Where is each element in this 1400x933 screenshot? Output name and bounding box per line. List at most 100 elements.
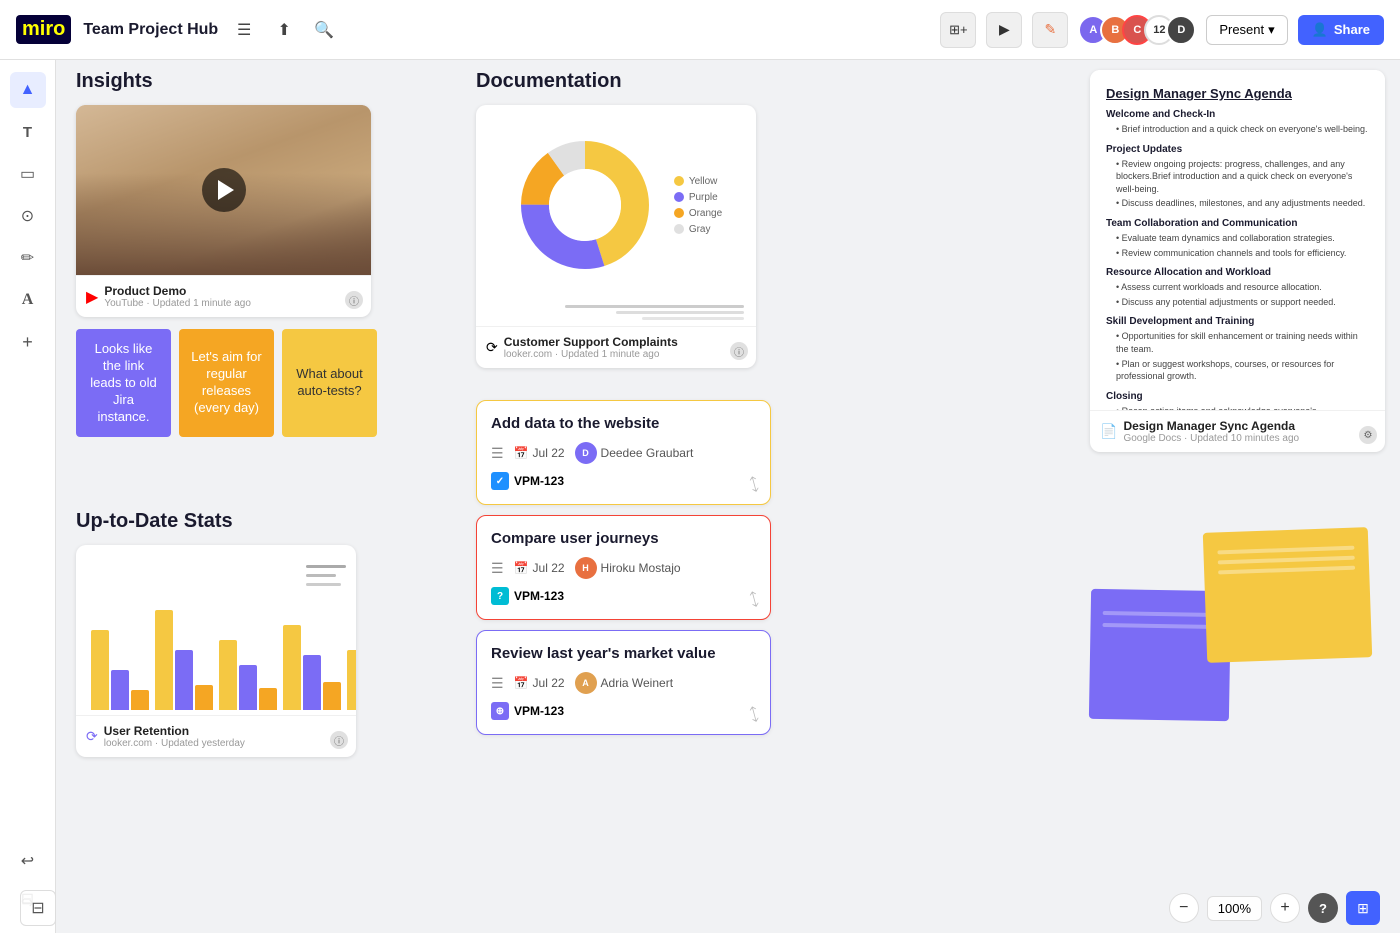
gdoc-bullet-5-2: • Plan or suggest workshops, courses, or… <box>1116 358 1369 383</box>
avatar-group: A B C 12 D <box>1078 15 1196 45</box>
gdoc-section-4: Resource Allocation and Workload <box>1106 267 1369 278</box>
task-card-2[interactable]: Compare user journeys ☰ 📅 Jul 22 H Hirok… <box>476 515 771 620</box>
list-icon: ☰ <box>491 445 504 462</box>
help-button[interactable]: ? <box>1308 893 1338 923</box>
canvas-inner: Insights ▶ Product Demo YouTube <box>56 60 1400 933</box>
topbar: miro Team Project Hub ☰ ⬆ 🔍 ⊞+ ▶ ✎ A B C… <box>0 0 1400 60</box>
bar-chart-source: looker.com · Updated yesterday <box>104 738 245 749</box>
video-card-footer: ▶ Product Demo YouTube · Updated 1 minut… <box>76 275 371 317</box>
gdoc-icon: 📄 <box>1100 423 1117 440</box>
bar-group-3 <box>219 640 277 710</box>
legend-line-1 <box>306 565 346 568</box>
shapes-tool[interactable]: ⊙ <box>10 198 46 234</box>
insights-title: Insights <box>76 70 377 93</box>
docs-title: Documentation <box>476 70 756 93</box>
big-sticky-yellow[interactable] <box>1203 527 1372 663</box>
video-source: YouTube · Updated 1 minute ago <box>104 298 251 309</box>
bar-purple-3 <box>239 665 257 710</box>
donut-info-button[interactable]: ⓘ <box>730 342 748 360</box>
present-button[interactable]: Present ▾ <box>1206 15 1287 45</box>
board-title: Team Project Hub <box>83 21 218 39</box>
task-card-1[interactable]: Add data to the website ☰ 📅 Jul 22 D Dee… <box>476 400 771 505</box>
big-stickies-container <box>1090 530 1370 730</box>
donut-chart <box>510 130 660 280</box>
canvas: Insights ▶ Product Demo YouTube <box>56 60 1400 933</box>
stats-section: Up-to-Date Stats <box>76 510 356 757</box>
topbar-icons: ☰ ⬆ 🔍 <box>230 16 338 44</box>
bar-group-5 <box>347 650 356 710</box>
task-2-list-icon: ☰ <box>491 560 504 577</box>
donut-chart-card: Yellow Purple Orange Gray ⟳ Customer Su <box>476 105 756 368</box>
task-3-meta: ☰ 📅 Jul 22 A Adria Weinert <box>491 672 756 694</box>
gdoc-info-button[interactable]: ⚙ <box>1359 426 1377 444</box>
bar-purple-4 <box>303 655 321 710</box>
bar-orange-4 <box>323 682 341 710</box>
calendar-icon-3: 📅 <box>514 676 529 690</box>
bar-orange-3 <box>259 688 277 710</box>
task-1-title: Add data to the website <box>491 415 756 432</box>
assignee-avatar-3: A <box>575 672 597 694</box>
video-info-button[interactable]: ⓘ <box>345 291 363 309</box>
bar-orange-2 <box>195 685 213 710</box>
gdoc-area: Design Manager Sync Agenda Welcome and C… <box>1090 70 1400 452</box>
zoom-level[interactable]: 100% <box>1207 896 1262 921</box>
task-2-date: 📅 Jul 22 <box>514 561 565 575</box>
assignee-avatar-2: H <box>575 557 597 579</box>
bar-chart-footer: ⟳ User Retention looker.com · Updated ye… <box>76 715 356 757</box>
bar-purple-2 <box>175 650 193 710</box>
search-icon[interactable]: 🔍 <box>310 16 338 44</box>
task-card-3[interactable]: Review last year's market value ☰ 📅 Jul … <box>476 630 771 735</box>
sticky-note-tool[interactable]: ▭ <box>10 156 46 192</box>
sticky-note-2[interactable]: Let's aim for regular releases (every da… <box>179 329 274 437</box>
task-2-badge: ? VPM-123 <box>491 587 756 605</box>
minimap-button[interactable]: ⊞ <box>1346 891 1380 925</box>
text-tool[interactable]: T <box>10 114 46 150</box>
badge-icon-3: ⊕ <box>491 702 509 720</box>
gdoc-title: Design Manager Sync Agenda <box>1106 86 1369 101</box>
play-button[interactable] <box>202 168 246 212</box>
looker-icon: ⟳ <box>486 339 498 356</box>
zoom-out-button[interactable]: − <box>1169 893 1199 923</box>
avatar-4: D <box>1166 15 1196 45</box>
gdoc-card: Design Manager Sync Agenda Welcome and C… <box>1090 70 1385 452</box>
menu-icon[interactable]: ☰ <box>230 16 258 44</box>
select-tool[interactable]: ▲ <box>10 72 46 108</box>
insights-section: Insights ▶ Product Demo YouTube <box>76 70 377 437</box>
gdoc-footer: 📄 Design Manager Sync Agenda Google Docs… <box>1090 410 1385 452</box>
donut-title: Customer Support Complaints <box>504 335 678 349</box>
panels-toggle[interactable]: ⊟ <box>20 890 56 926</box>
sticky-note-1[interactable]: Looks like the link leads to old Jira in… <box>76 329 171 437</box>
gdoc-bullet-4-2: • Discuss any potential adjustments or s… <box>1116 296 1369 309</box>
youtube-icon: ▶ <box>86 287 98 307</box>
sticky-notes-row: Looks like the link leads to old Jira in… <box>76 329 377 437</box>
task-1-date: 📅 Jul 22 <box>514 446 565 460</box>
task-3-badge: ⊕ VPM-123 <box>491 702 756 720</box>
stats-title: Up-to-Date Stats <box>76 510 356 533</box>
list-icon-2: ☰ <box>491 560 504 577</box>
task-2-meta: ☰ 📅 Jul 22 H Hiroku Mostajo <box>491 557 756 579</box>
bottom-bar: ⊟ − 100% + ? ⊞ <box>0 883 1400 933</box>
marker-tool[interactable]: ✎ <box>1032 12 1068 48</box>
gdoc-bullet-2-2: • Discuss deadlines, milestones, and any… <box>1116 197 1369 210</box>
undo-tool[interactable]: ↩ <box>10 843 46 879</box>
gdoc-bullet-4-1: • Assess current workloads and resource … <box>1116 281 1369 294</box>
export-icon[interactable]: ⬆ <box>270 16 298 44</box>
task-3-date: 📅 Jul 22 <box>514 676 565 690</box>
task-1-list-icon: ☰ <box>491 445 504 462</box>
bar-chart-info-button[interactable]: ⓘ <box>330 731 348 749</box>
donut-card-footer: ⟳ Customer Support Complaints looker.com… <box>476 326 756 368</box>
pen-tool[interactable]: ✏ <box>10 240 46 276</box>
zoom-in-button[interactable]: + <box>1270 893 1300 923</box>
share-button[interactable]: 👤 Share <box>1298 15 1384 45</box>
bar-yellow-3 <box>219 640 237 710</box>
add-tool[interactable]: + <box>10 324 46 360</box>
smart-widget-button[interactable]: ⊞+ <box>940 12 976 48</box>
sticky-note-3[interactable]: What about auto-tests? <box>282 329 377 437</box>
bar-chart-title: User Retention <box>104 724 245 738</box>
chevron-down-icon: ▾ <box>1268 22 1275 38</box>
gdoc-preview: Design Manager Sync Agenda Welcome and C… <box>1090 70 1385 410</box>
gdoc-bullet-2-1: • Review ongoing projects: progress, cha… <box>1116 158 1369 196</box>
cursor-tool[interactable]: ▶ <box>986 12 1022 48</box>
text-style-tool[interactable]: A <box>10 282 46 318</box>
video-thumbnail[interactable] <box>76 105 371 275</box>
